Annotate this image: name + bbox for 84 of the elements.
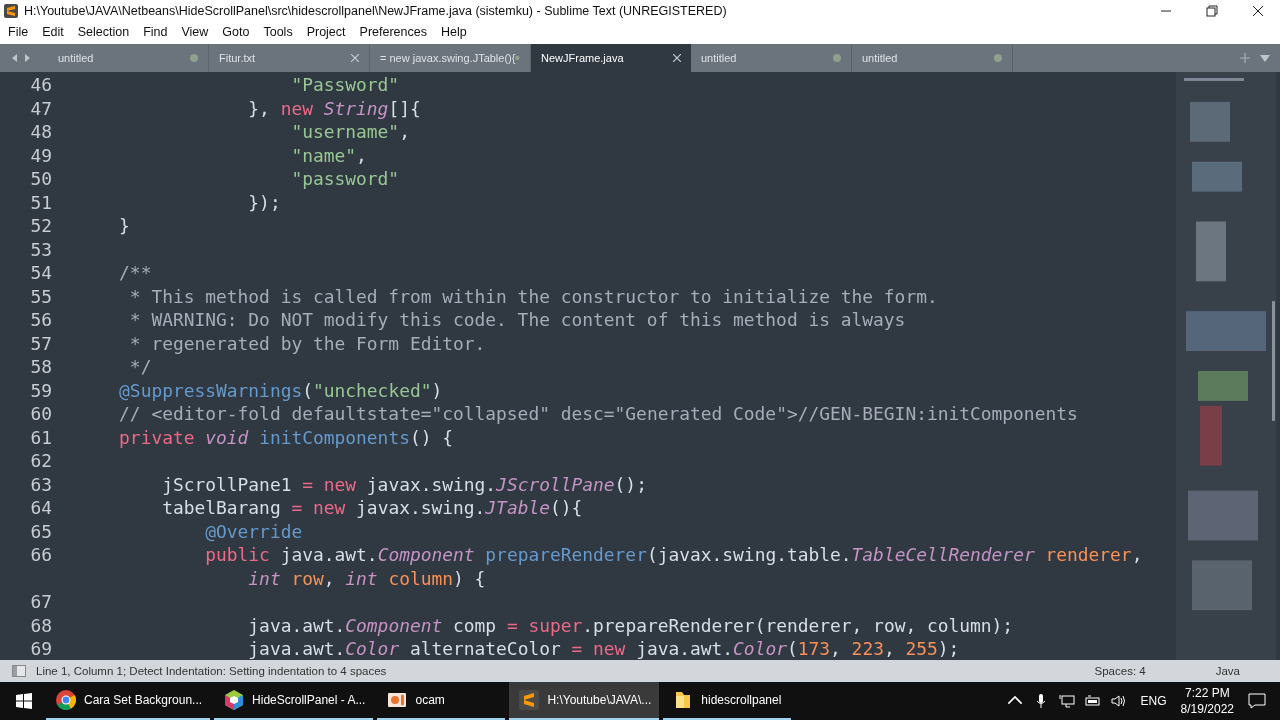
close-tab-icon[interactable] <box>673 54 681 62</box>
line-number: 61 <box>30 426 52 448</box>
code-line: // <editor-fold defaultstate="collapsed" desc="Generated Code">//GEN-BEGIN:initComponents <box>119 402 1078 426</box>
status-message: Line 1, Column 1; Detect Indentation: Setting indentation to 4 spaces <box>36 665 387 677</box>
code-line: @Override <box>205 519 303 543</box>
restore-icon[interactable] <box>1206 5 1218 17</box>
menu-item[interactable]: Goto <box>222 25 250 39</box>
line-number: 62 <box>30 450 52 471</box>
menu-item[interactable]: Tools <box>263 25 293 39</box>
line-number: 46 <box>30 74 52 95</box>
code-line: "username", <box>291 120 410 144</box>
line-number: 47 <box>30 97 52 119</box>
menu-item[interactable]: Project <box>306 25 346 39</box>
menu-item[interactable]: View <box>181 25 209 39</box>
code-line: "name", <box>291 143 367 167</box>
camera-icon <box>387 690 408 710</box>
input-language[interactable]: ENG <box>1140 694 1167 708</box>
tab[interactable]: NewJFrame.java <box>531 44 691 72</box>
line-number: 51 <box>30 191 52 213</box>
menu-item[interactable]: File <box>8 25 29 39</box>
line-number: 59 <box>30 379 52 401</box>
code-line: java.awt.Color alternateColor = new java.awt.Color(173, 223, 255); <box>248 637 960 661</box>
tab-scroll-arrows-icon[interactable] <box>10 53 32 63</box>
volume-icon[interactable] <box>1110 693 1127 709</box>
taskbar-app[interactable]: hidescrollpanel <box>663 682 792 720</box>
code-line: /** <box>119 261 152 285</box>
line-number: 66 <box>30 544 52 565</box>
code-line: private void initComponents() { <box>119 425 453 449</box>
line-number: 54 <box>30 262 52 283</box>
browser-icon <box>56 690 76 710</box>
code-line: public java.awt.Component prepareRenderer(javax.swing.table.TableCellRenderer renderer, <box>205 543 1143 567</box>
code-line: }); <box>248 190 281 214</box>
window-title: H:\Youtube\JAVA\Netbeans\HideScrollPanel\src\hidescrollpanel\NewJFrame.java (sistemku) - Sublime Text (UNREGISTERED) <box>24 4 727 18</box>
code-line: @SuppressWarnings("unchecked") <box>119 378 443 402</box>
line-number: 52 <box>30 215 52 236</box>
line-number: 55 <box>30 285 52 307</box>
line-number: 57 <box>30 332 52 354</box>
menu-item[interactable]: Find <box>143 25 168 39</box>
code-line: * This method is called from within the constructor to initialize the form. <box>129 284 938 308</box>
menu-item[interactable]: Preferences <box>359 25 427 39</box>
code-line: jScrollPane1 = new javax.swing.JScrollPane(); <box>162 472 647 496</box>
app-logo-icon <box>519 690 540 710</box>
line-number: 58 <box>30 356 52 377</box>
code-line: }, new String[]{ <box>248 96 421 120</box>
app-logo-icon <box>4 4 18 18</box>
panel-toggle-icon[interactable] <box>12 665 26 677</box>
menu-item[interactable]: Selection <box>77 25 130 39</box>
code-line: int row, int column) { <box>248 566 486 590</box>
menu-item[interactable]: Edit <box>42 25 64 39</box>
indentation-setting[interactable]: Spaces: 4 <box>1094 665 1146 677</box>
syntax-setting[interactable]: Java <box>1215 665 1240 677</box>
notification-icon[interactable] <box>1248 693 1266 709</box>
dropdown-icon[interactable] <box>1260 53 1270 63</box>
line-number: 56 <box>30 309 52 330</box>
line-number: 68 <box>30 614 52 636</box>
line-number: 64 <box>30 497 52 518</box>
code-line: "Password" <box>291 73 400 97</box>
code-line: * regenerated by the Form Editor. <box>129 331 486 355</box>
taskbar-app[interactable]: ocam <box>377 682 506 720</box>
taskbar-app[interactable]: Cara Set Backgroun... <box>46 682 211 720</box>
close-icon[interactable] <box>1252 5 1264 17</box>
line-number: 48 <box>30 121 52 142</box>
line-number: 63 <box>30 473 52 495</box>
line-number: 67 <box>30 591 52 612</box>
battery-icon[interactable] <box>1084 693 1101 709</box>
network-icon[interactable] <box>1058 693 1075 709</box>
start-icon[interactable] <box>16 693 32 709</box>
code-line: * WARNING: Do NOT modify this code. The content of this method is always <box>129 308 906 332</box>
code-line: */ <box>129 355 152 379</box>
taskbar-app[interactable]: H:\Youtube\JAVA\... <box>509 682 660 720</box>
code-line: tabelBarang = new javax.swing.JTable(){ <box>162 496 583 520</box>
clock[interactable]: 7:22 PM 8/19/2022 <box>1180 685 1234 717</box>
code-line: "password" <box>291 167 400 191</box>
code-line: } <box>119 214 130 238</box>
taskbar-app[interactable]: HideScrollPanel - A... <box>214 682 374 720</box>
line-number: 50 <box>30 168 52 189</box>
line-number: 69 <box>30 638 52 659</box>
line-number: 60 <box>30 403 52 424</box>
line-number: 53 <box>30 238 52 260</box>
line-number: 65 <box>30 520 52 542</box>
code-line: java.awt.Component comp = super.prepareRenderer(renderer, row, column); <box>248 613 1014 637</box>
menu-item[interactable]: Help <box>440 25 467 39</box>
cube-icon <box>224 690 245 710</box>
line-number: 49 <box>30 144 52 166</box>
